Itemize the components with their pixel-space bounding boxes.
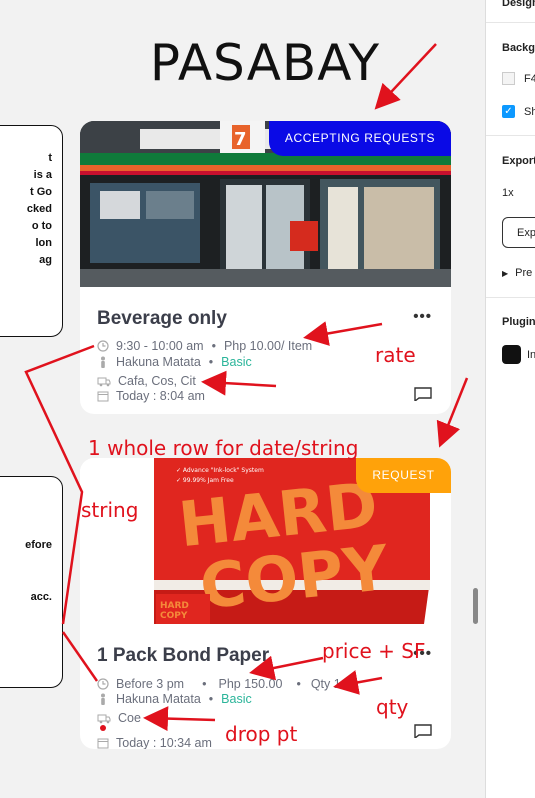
note-line: ag (39, 254, 52, 266)
annotation-price-sf: price + SF (322, 639, 426, 663)
separator-dot: • (211, 339, 216, 353)
page-title: PASABAY (149, 34, 381, 92)
separator-dot: • (208, 355, 214, 369)
annotation-row-note: 1 whole row for date/string (88, 436, 359, 460)
date-row: Today : 10:34 am (97, 736, 212, 749)
chat-icon[interactable] (414, 387, 432, 401)
caret-right-icon: ▶ (502, 269, 509, 278)
time-price-row: Before 3 pm • Php 150.00 • Qty 1 (97, 677, 341, 691)
posted-date: Today : 10:34 am (116, 736, 212, 749)
calendar-icon (97, 391, 109, 402)
time-window: Before 3 pm (116, 677, 185, 691)
price: Php 150.00 (218, 677, 283, 691)
background-color-value: F4 (524, 72, 535, 85)
checkbox-checked-icon[interactable]: ✓ (502, 105, 515, 118)
courier-row: Hakuna Matata • Basic (97, 355, 252, 369)
posted-date: Today : 8:04 am (116, 389, 205, 403)
show-in-exports-row[interactable]: ✓ Sh (502, 105, 535, 118)
annotation-string: string (81, 498, 139, 522)
tier-label: Basic (221, 692, 252, 706)
more-options-icon[interactable]: ••• (413, 308, 432, 325)
status-badge: ACCEPTING REQUESTS (269, 121, 451, 156)
courier-row: Hakuna Matata • Basic (97, 692, 252, 706)
plugin-icon (502, 345, 521, 364)
clock-icon (97, 678, 109, 690)
background-color-row[interactable]: F4 (502, 72, 535, 85)
color-swatch[interactable] (502, 72, 515, 85)
plugin-row[interactable]: In (502, 345, 535, 364)
person-icon (101, 693, 105, 705)
calendar-icon (97, 738, 109, 749)
truck-icon (97, 377, 111, 387)
route: Cafa, Cos, Cit (118, 374, 196, 388)
export-button[interactable]: Exp (502, 217, 535, 248)
chat-icon[interactable] (414, 724, 432, 738)
plugin-name: In (527, 348, 535, 361)
preview-label: Pre (515, 267, 533, 279)
clock-icon (97, 340, 109, 352)
left-note-bottom: efore acc. (0, 476, 63, 688)
annotation-rate: rate (375, 343, 416, 367)
svg-text:HARD: HARD (160, 601, 189, 611)
quantity: Qty 1 (310, 677, 341, 691)
person-icon (101, 356, 105, 368)
canvas-scrollbar[interactable] (473, 588, 478, 624)
separator-dot: • (202, 677, 207, 691)
note-line: lon (35, 237, 53, 249)
note-line: t (48, 152, 52, 164)
svg-text:COPY: COPY (160, 611, 188, 621)
note-line: efore (25, 539, 52, 551)
tier-label: Basic (221, 355, 252, 369)
plugins-section-title: Plugin (502, 316, 535, 328)
background-section-title: Backgro (502, 42, 535, 54)
note-line: acc. (30, 591, 52, 603)
annotation-drop-pt: drop pt (225, 722, 298, 746)
export-section-title: Export (502, 155, 535, 167)
svg-text:7: 7 (234, 129, 247, 150)
courier-name: Hakuna Matata (116, 355, 201, 369)
courier-name: Hakuna Matata (116, 692, 201, 706)
separator-dot: • (296, 677, 301, 691)
route-row: Coe (97, 711, 141, 725)
truck-icon (97, 714, 111, 724)
export-button-label: Exp (517, 227, 535, 239)
status-badge: REQUEST (356, 458, 451, 493)
route-row: Cafa, Cos, Cit (97, 374, 196, 388)
time-window: 9:30 - 10:00 am (116, 339, 204, 353)
preview-toggle[interactable]: ▶ Pre (502, 267, 532, 279)
note-line: cked (26, 203, 52, 215)
date-row: Today : 8:04 am (97, 389, 205, 403)
note-line: t Go (30, 186, 52, 198)
time-price-row: 9:30 - 10:00 am • Php 10.00/ Item (97, 339, 312, 353)
export-scale[interactable]: 1x (502, 187, 514, 199)
card-title: 1 Pack Bond Paper (97, 645, 270, 666)
show-label: Sh (524, 105, 535, 118)
post-card-1[interactable]: 7 ACCEPTING REQUESTS Beverage only ••• 9… (80, 121, 451, 414)
annotation-qty: qty (376, 695, 409, 719)
note-line: is a (33, 169, 52, 181)
route: Coe (118, 711, 141, 725)
design-tab[interactable]: Design (502, 0, 535, 9)
price: Php 10.00/ Item (223, 339, 313, 353)
note-line: o to (31, 220, 52, 232)
card-title: Beverage only (97, 308, 227, 329)
left-note-top: t is a t Go cked o to lon ag (0, 125, 63, 337)
properties-panel: Design Backgro F4 ✓ Sh Export 1x Exp ▶ Pr… (485, 0, 535, 798)
separator-dot: • (208, 692, 214, 706)
svg-text:✓ Advance "Ink-lock" System: ✓ Advance "Ink-lock" System (176, 467, 264, 474)
